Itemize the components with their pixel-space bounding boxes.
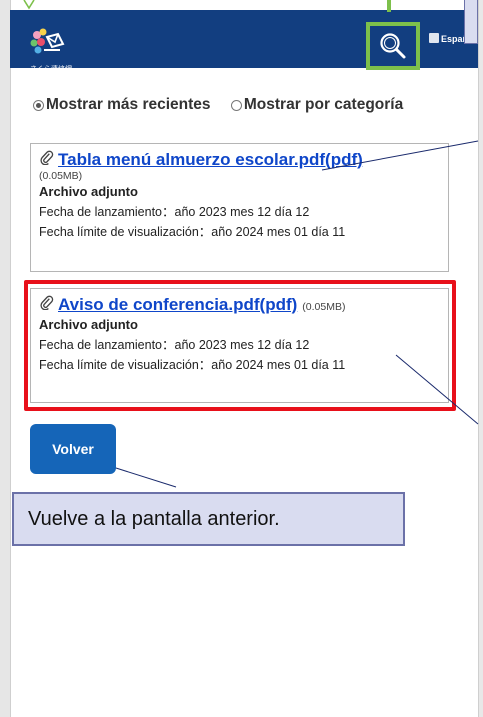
pointer-line: [115, 467, 177, 488]
back-button[interactable]: Volver: [30, 424, 116, 474]
callout-text: Vuelve a la pantalla anterior.: [28, 507, 280, 530]
display-deadline: Fecha límite de visualización：año 2024 m…: [39, 225, 346, 239]
tooltip-callout: Vuelve a la pantalla anterior.: [12, 492, 405, 546]
attachment-size: (0.05MB): [39, 170, 83, 182]
highlight-frame: [24, 280, 456, 411]
attachment-type-label: Archivo adjunto: [39, 184, 138, 199]
search-icon: [380, 33, 406, 59]
arrow-down-icon: [23, 0, 35, 10]
paperclip-icon: [40, 150, 54, 165]
language-icon: [429, 33, 439, 43]
attachment-card: Tabla menú almuerzo escolar.pdf(pdf) (0.…: [30, 143, 449, 272]
release-date: Fecha de lanzamiento：año 2023 mes 12 día…: [39, 205, 310, 219]
attachment-link[interactable]: Tabla menú almuerzo escolar.pdf(pdf): [58, 150, 363, 170]
view-mode-radios: Mostrar más recientes Mostrar por catego…: [33, 96, 419, 116]
radio-recent-label: Mostrar más recientes: [46, 96, 211, 113]
logo-text: さくら連絡網: [30, 66, 72, 73]
search-connector-line: [387, 0, 391, 12]
top-callout-fragment: [464, 0, 478, 44]
app-logo[interactable]: さくら連絡網: [30, 28, 90, 76]
language-switch[interactable]: Españ: [429, 33, 468, 44]
radio-category-label: Mostrar por categoría: [243, 96, 404, 113]
radio-selected-icon: [33, 99, 44, 111]
radio-show-recent[interactable]: Mostrar más recientes: [33, 96, 211, 114]
search-button[interactable]: [366, 22, 420, 70]
sakura-logo-icon: [30, 28, 65, 54]
radio-unselected-icon: [230, 99, 242, 111]
device-frame-right: [478, 0, 483, 717]
device-frame-left: [0, 0, 11, 717]
app-header: さくら連絡網 Españ: [10, 10, 478, 73]
radio-show-category[interactable]: Mostrar por categoría: [230, 96, 404, 114]
